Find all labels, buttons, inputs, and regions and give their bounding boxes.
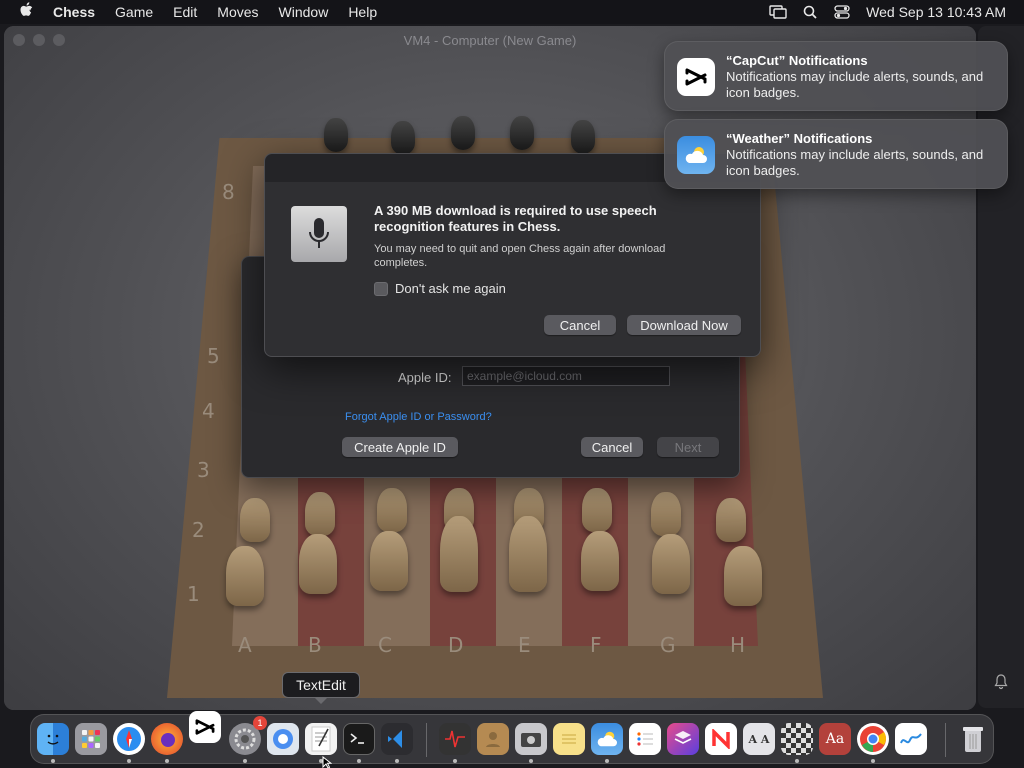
chess-piece[interactable] <box>652 534 690 594</box>
chess-piece[interactable] <box>581 531 619 591</box>
menu-moves[interactable]: Moves <box>207 4 268 20</box>
dont-ask-again-row[interactable]: Don't ask me again <box>374 281 506 296</box>
chess-piece[interactable] <box>651 492 681 536</box>
microphone-icon <box>291 206 347 262</box>
dont-ask-again-label: Don't ask me again <box>395 281 506 296</box>
notes-icon[interactable] <box>553 723 585 755</box>
file-label: E <box>518 633 531 657</box>
dictionary-icon[interactable]: Aa <box>819 723 851 755</box>
file-label: G <box>660 633 676 657</box>
mouse-cursor-icon <box>322 756 332 768</box>
trash-icon[interactable] <box>957 723 989 755</box>
menu-bar: Chess Game Edit Moves Window Help Wed Se… <box>0 0 1024 24</box>
instruments-icon[interactable] <box>439 723 471 755</box>
notification-bell-icon <box>994 674 1008 690</box>
chess-piece[interactable] <box>724 546 762 606</box>
weather-notification[interactable]: “Weather” Notifications Notifications ma… <box>664 119 1008 189</box>
alert-message: You may need to quit and open Chess agai… <box>374 243 666 269</box>
apple-id-input[interactable] <box>462 366 670 386</box>
dock: 1 A A Aa <box>30 711 994 764</box>
chess-piece[interactable] <box>370 531 408 591</box>
apple-id-next-button[interactable]: Next <box>657 437 719 457</box>
spotlight-search-icon[interactable] <box>794 0 826 24</box>
firefox-icon[interactable] <box>151 723 183 755</box>
notification-title: “CapCut” Notifications <box>726 53 868 68</box>
file-label: B <box>308 633 322 657</box>
chess-piece[interactable] <box>299 534 337 594</box>
file-label: F <box>590 633 602 657</box>
file-label: A <box>238 633 252 657</box>
news-icon[interactable] <box>705 723 737 755</box>
notification-body: Notifications may include alerts, sounds… <box>726 69 984 100</box>
notification-body: Notifications may include alerts, sounds… <box>726 147 984 178</box>
rank-label: 3 <box>197 458 210 482</box>
weather-icon <box>677 136 715 174</box>
textedit-icon[interactable] <box>305 723 337 755</box>
chrome-remote-icon[interactable] <box>267 723 299 755</box>
chess-piece[interactable] <box>305 492 335 536</box>
shortcuts-icon[interactable] <box>667 723 699 755</box>
chess-piece[interactable] <box>510 116 534 150</box>
apple-menu-icon[interactable] <box>9 1 43 23</box>
chess-piece[interactable] <box>226 546 264 606</box>
capcut-icon <box>677 58 715 96</box>
safari-icon[interactable] <box>113 723 145 755</box>
chess-piece[interactable] <box>324 118 348 152</box>
chess-piece[interactable] <box>440 516 478 592</box>
finder-icon[interactable] <box>37 723 69 755</box>
menu-game[interactable]: Game <box>105 4 163 20</box>
file-label: C <box>378 633 392 657</box>
reminders-icon[interactable] <box>629 723 661 755</box>
capcut-dock-icon[interactable] <box>189 711 221 743</box>
chess-piece[interactable] <box>716 498 746 542</box>
notification-title: “Weather” Notifications <box>726 131 873 146</box>
menu-app-chess[interactable]: Chess <box>43 4 105 20</box>
chrome-icon[interactable] <box>857 723 889 755</box>
chess-piece[interactable] <box>509 516 547 592</box>
dock-tooltip: TextEdit <box>282 672 360 704</box>
apple-id-cancel-button[interactable]: Cancel <box>581 437 643 457</box>
freeform-icon[interactable] <box>895 723 927 755</box>
chess-piece[interactable] <box>240 498 270 542</box>
font-book-icon[interactable]: A A <box>743 723 775 755</box>
chess-piece[interactable] <box>391 121 415 155</box>
capcut-notification[interactable]: “CapCut” Notifications Notifications may… <box>664 41 1008 111</box>
control-center-icon[interactable] <box>826 0 858 24</box>
chess-piece[interactable] <box>582 488 612 532</box>
contacts-icon[interactable] <box>477 723 509 755</box>
chess-dock-icon[interactable] <box>781 723 813 755</box>
create-apple-id-button[interactable]: Create Apple ID <box>342 437 458 457</box>
rank-label: 4 <box>202 399 215 423</box>
launchpad-icon[interactable] <box>75 723 107 755</box>
file-label: D <box>448 633 464 657</box>
rank-label: 1 <box>187 582 200 606</box>
system-settings-icon[interactable]: 1 <box>229 716 267 755</box>
rank-label: 2 <box>192 518 205 542</box>
rank-label: 5 <box>207 344 220 368</box>
menu-edit[interactable]: Edit <box>163 4 207 20</box>
file-label: H <box>730 633 746 657</box>
alert-title: A 390 MB download is required to use spe… <box>374 203 657 234</box>
alert-cancel-button[interactable]: Cancel <box>544 315 616 335</box>
menu-window[interactable]: Window <box>269 4 339 20</box>
chess-piece[interactable] <box>571 120 595 154</box>
menu-clock[interactable]: Wed Sep 13 10:43 AM <box>858 4 1024 20</box>
download-now-button[interactable]: Download Now <box>627 315 741 335</box>
dont-ask-again-checkbox[interactable] <box>374 281 388 296</box>
settings-badge: 1 <box>253 716 267 730</box>
terminal-icon[interactable] <box>343 723 375 755</box>
chess-piece[interactable] <box>451 116 475 150</box>
apple-id-label: Apple ID: <box>398 370 452 385</box>
vscode-icon[interactable] <box>381 723 413 755</box>
menu-help[interactable]: Help <box>338 4 387 20</box>
forgot-apple-id-link[interactable]: Forgot Apple ID or Password? <box>345 411 492 423</box>
rank-label: 8 <box>222 180 235 204</box>
chess-piece[interactable] <box>377 488 407 532</box>
screenshot-icon[interactable] <box>515 723 547 755</box>
screen-mirroring-icon[interactable] <box>762 0 794 24</box>
weather-dock-icon[interactable] <box>591 723 623 755</box>
